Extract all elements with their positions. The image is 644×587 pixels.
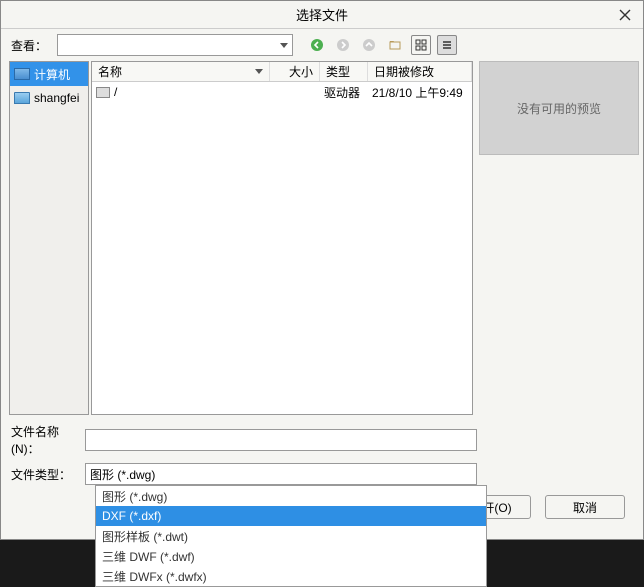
- sidebar-item-computer[interactable]: 计算机: [10, 62, 88, 86]
- close-button[interactable]: [615, 5, 635, 25]
- back-icon: [310, 38, 324, 52]
- computer-icon: [14, 68, 30, 80]
- new-folder-button[interactable]: [385, 35, 405, 55]
- titlebar: 选择文件: [1, 1, 643, 29]
- sort-indicator-icon: [255, 69, 263, 74]
- up-icon: [362, 38, 376, 52]
- filetype-label: 文件类型：: [11, 466, 85, 483]
- sidebar: 计算机 shangfei: [9, 61, 89, 415]
- file-size: [270, 90, 320, 94]
- table-row[interactable]: / 驱动器 21/8/10 上午9:49: [92, 82, 472, 102]
- preview-text: 没有可用的预览: [517, 100, 601, 117]
- filetype-option[interactable]: DXF (*.dxf): [96, 506, 486, 526]
- preview-pane: 没有可用的预览: [479, 61, 639, 155]
- bottom-panel: 文件名称(N)： 文件类型： 图形 (*.dwg) 图形 (*.dwg) DXF…: [1, 415, 643, 485]
- forward-icon: [336, 38, 350, 52]
- toolbar: 查看：: [1, 29, 643, 61]
- look-in-label: 查看：: [11, 37, 47, 54]
- filename-label: 文件名称(N)：: [11, 423, 85, 457]
- sidebar-item-home[interactable]: shangfei: [10, 86, 88, 110]
- back-button[interactable]: [307, 35, 327, 55]
- column-modified[interactable]: 日期被修改: [368, 62, 472, 81]
- new-folder-icon: [388, 38, 402, 52]
- filetype-combo[interactable]: 图形 (*.dwg): [85, 463, 477, 485]
- drive-icon: [96, 87, 110, 98]
- filetype-dropdown: 图形 (*.dwg) DXF (*.dxf) 图形样板 (*.dwt) 三维 D…: [95, 485, 487, 587]
- filename-input[interactable]: [85, 429, 477, 451]
- dialog-title: 选择文件: [296, 5, 348, 24]
- chevron-down-icon: [280, 43, 288, 48]
- sidebar-item-label: 计算机: [34, 66, 70, 83]
- column-name[interactable]: 名称: [92, 62, 270, 81]
- file-modified: 21/8/10 上午9:49: [368, 82, 472, 103]
- filetype-option[interactable]: 图形样板 (*.dwt): [96, 526, 486, 546]
- file-list: 名称 大小 类型 日期被修改 / 驱动器 21/8/10 上午9:49: [91, 61, 473, 415]
- file-type: 驱动器: [320, 82, 368, 103]
- filetype-option[interactable]: 三维 DWFx (*.dwfx): [96, 566, 486, 586]
- close-icon: [619, 9, 631, 21]
- filetype-value: 图形 (*.dwg): [90, 466, 155, 483]
- forward-button[interactable]: [333, 35, 353, 55]
- filetype-option[interactable]: 图形 (*.dwg): [96, 486, 486, 506]
- thumbnail-view-button[interactable]: [411, 35, 431, 55]
- look-in-combo[interactable]: [57, 34, 293, 56]
- file-name: /: [114, 85, 117, 99]
- column-size[interactable]: 大小: [270, 62, 320, 81]
- body: 计算机 shangfei 名称 大小 类型 日期被修改: [1, 61, 643, 415]
- up-button[interactable]: [359, 35, 379, 55]
- list-icon: [441, 39, 453, 51]
- filetype-row: 文件类型： 图形 (*.dwg) 图形 (*.dwg) DXF (*.dxf) …: [11, 463, 633, 485]
- file-list-rows[interactable]: / 驱动器 21/8/10 上午9:49: [92, 82, 472, 414]
- file-dialog: 选择文件 查看：: [0, 0, 644, 540]
- column-type[interactable]: 类型: [320, 62, 368, 81]
- filename-row: 文件名称(N)：: [11, 423, 633, 457]
- thumbnail-icon: [415, 39, 427, 51]
- file-list-header: 名称 大小 类型 日期被修改: [92, 62, 472, 82]
- filetype-option[interactable]: 三维 DWF (*.dwf): [96, 546, 486, 566]
- list-view-button[interactable]: [437, 35, 457, 55]
- folder-icon: [14, 92, 30, 104]
- sidebar-item-label: shangfei: [34, 91, 79, 105]
- cancel-button[interactable]: 取消: [545, 495, 625, 519]
